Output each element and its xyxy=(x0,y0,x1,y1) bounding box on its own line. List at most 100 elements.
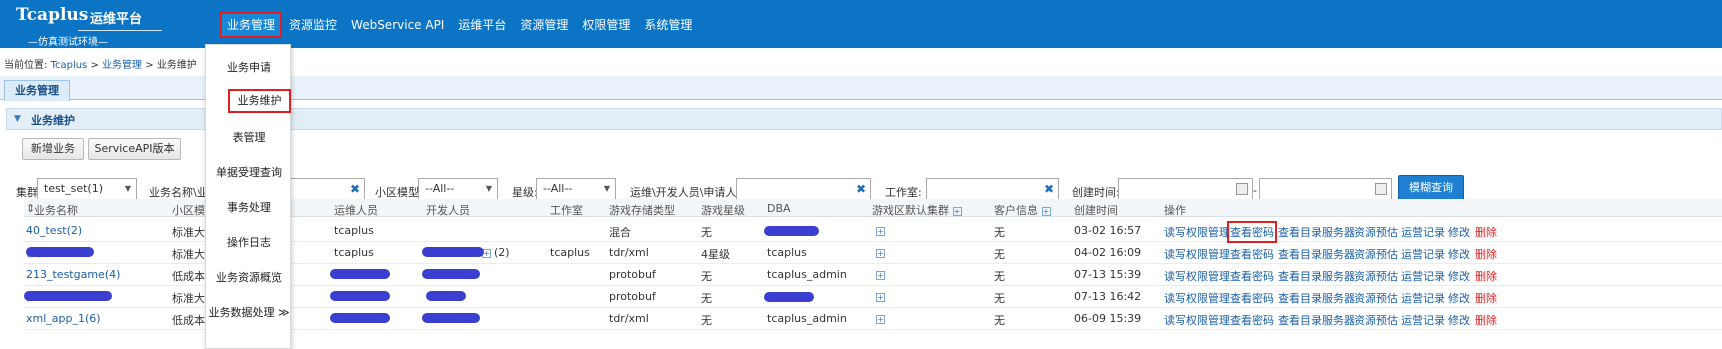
collapse-triangle-icon[interactable]: ▼ xyxy=(14,114,21,124)
created-start-input[interactable] xyxy=(1118,178,1253,200)
ops-record-link[interactable]: 运营记录 xyxy=(1401,224,1445,240)
default-cluster-cell[interactable]: + xyxy=(876,224,885,237)
breadcrumb-business-management[interactable]: 业务管理 xyxy=(102,60,142,71)
default-cluster-cell[interactable]: + xyxy=(876,268,885,281)
chevron-down-icon: ▼ xyxy=(603,184,610,193)
star-level-select[interactable]: --All-- ▼ xyxy=(536,178,616,200)
view-password-link[interactable]: 查看密码 xyxy=(1227,221,1277,243)
resource-estimate-link[interactable]: 资源预估 xyxy=(1354,290,1398,306)
view-dir-server-link[interactable]: 查看目录服务器 xyxy=(1278,268,1355,284)
customer-info-cell: 无 xyxy=(994,314,1005,327)
business-name-link[interactable]: 213_testgame(4) xyxy=(26,268,120,281)
created-end-input[interactable] xyxy=(1259,178,1392,200)
resource-estimate-link[interactable]: 资源预估 xyxy=(1354,312,1398,328)
edit-link[interactable]: 修改 xyxy=(1448,290,1470,306)
storage-type-cell: tdr/xml xyxy=(609,246,649,259)
calendar-icon[interactable] xyxy=(1375,183,1387,195)
created-time-cell: 06-09 15:39 xyxy=(1074,312,1142,325)
expand-icon[interactable]: + xyxy=(876,270,885,280)
expand-icon[interactable]: + xyxy=(876,292,885,302)
resource-estimate-link[interactable]: 资源预估 xyxy=(1354,224,1398,240)
view-password-link[interactable]: 查看密码 xyxy=(1230,290,1274,306)
business-name-link[interactable]: 40_test(2) xyxy=(26,224,82,237)
tab-business-management[interactable]: 业务管理 xyxy=(4,80,70,101)
edit-link[interactable]: 修改 xyxy=(1448,246,1470,262)
view-dir-server-link[interactable]: 查看目录服务器 xyxy=(1278,290,1355,306)
default-cluster-cell[interactable]: + xyxy=(876,312,885,325)
view-password-link[interactable]: 查看密码 xyxy=(1230,246,1274,262)
dev-count: (2) xyxy=(494,246,510,259)
delete-link[interactable]: 删除 xyxy=(1475,246,1497,262)
view-dir-server-link[interactable]: 查看目录服务器 xyxy=(1278,312,1355,328)
col-star-level: 游戏星级 xyxy=(701,204,745,217)
menu-item-transaction[interactable]: 事务处理 xyxy=(206,199,292,215)
storage-type-cell: protobuf xyxy=(609,290,656,303)
nav-business-management[interactable]: 业务管理 xyxy=(220,12,283,38)
people-input[interactable]: ✖ xyxy=(736,178,871,200)
expand-icon[interactable]: + xyxy=(876,314,885,324)
resource-estimate-link[interactable]: 资源预估 xyxy=(1354,268,1398,284)
rw-permission-link[interactable]: 读写权限管理 xyxy=(1164,268,1230,284)
view-dir-server-link[interactable]: 查看目录服务器 xyxy=(1278,246,1355,262)
default-cluster-cell[interactable]: + xyxy=(876,290,885,303)
zone-model-select[interactable]: --All-- ▼ xyxy=(418,178,498,200)
expand-icon[interactable]: + xyxy=(1041,206,1051,216)
menu-item-operation-log[interactable]: 操作日志 xyxy=(206,234,292,250)
delete-link[interactable]: 删除 xyxy=(1475,268,1497,284)
clear-icon[interactable]: ✖ xyxy=(1044,182,1054,196)
menu-item-business-maintenance[interactable]: 业务维护 xyxy=(228,89,291,113)
nav-resource-monitoring[interactable]: 资源监控 xyxy=(282,12,344,38)
nav-webservice-api[interactable]: WebService API xyxy=(344,12,451,38)
menu-item-resource-overview[interactable]: 业务资源概览 xyxy=(206,269,292,285)
ops-record-link[interactable]: 运营记录 xyxy=(1401,312,1445,328)
delete-link[interactable]: 删除 xyxy=(1475,312,1497,328)
nav-ops-platform[interactable]: 运维平台 xyxy=(451,12,513,38)
menu-item-ticket-query[interactable]: 单据受理查询 xyxy=(206,164,292,180)
nav-permission-management[interactable]: 权限管理 xyxy=(575,12,637,38)
clear-icon[interactable]: ✖ xyxy=(856,182,866,196)
edit-link[interactable]: 修改 xyxy=(1448,224,1470,240)
col-business-name[interactable]: 业务名称 xyxy=(34,202,78,218)
ops-record-link[interactable]: 运营记录 xyxy=(1401,268,1445,284)
edit-link[interactable]: 修改 xyxy=(1448,312,1470,328)
studio-input[interactable]: ✖ xyxy=(926,178,1059,200)
serviceapi-version-button[interactable]: ServiceAPI版本 xyxy=(88,138,181,160)
rw-permission-link[interactable]: 读写权限管理 xyxy=(1164,246,1230,262)
star-level-select-value: --All-- xyxy=(543,182,573,195)
fuzzy-search-button[interactable]: 模糊查询 xyxy=(1398,175,1464,201)
menu-item-data-processing[interactable]: 业务数据处理 ≫ xyxy=(206,304,292,320)
col-dev: 开发人员 xyxy=(426,204,470,217)
delete-link[interactable]: 删除 xyxy=(1475,224,1497,240)
nav-resource-management[interactable]: 资源管理 xyxy=(513,12,575,38)
rw-permission-link[interactable]: 读写权限管理 xyxy=(1164,312,1230,328)
app-logo[interactable]: Tcaplus 运维平台 —仿真测试环境— xyxy=(14,4,164,48)
menu-item-business-apply[interactable]: 业务申请 xyxy=(206,59,292,75)
menu-item-table-management[interactable]: 表管理 xyxy=(206,129,292,145)
add-business-button[interactable]: 新增业务 xyxy=(22,138,84,160)
breadcrumb-root[interactable]: Tcaplus xyxy=(51,60,88,71)
expand-icon[interactable]: + xyxy=(952,206,962,216)
business-name-link[interactable]: xml_app_1(6) xyxy=(26,312,101,325)
nav-system-management[interactable]: 系统管理 xyxy=(637,12,699,38)
delete-link[interactable]: 删除 xyxy=(1475,290,1497,306)
view-dir-server-link[interactable]: 查看目录服务器 xyxy=(1278,224,1355,240)
rw-permission-link[interactable]: 读写权限管理 xyxy=(1164,224,1230,240)
expand-icon[interactable]: + xyxy=(876,226,885,236)
view-password-link[interactable]: 查看密码 xyxy=(1230,268,1274,284)
business-name-input[interactable]: ✖ xyxy=(285,178,365,200)
storage-type-cell: tdr/xml xyxy=(609,312,649,325)
col-default-cluster: 游戏区默认集群 + xyxy=(872,202,962,218)
expand-icon[interactable]: + xyxy=(876,248,885,258)
view-password-link[interactable]: 查看密码 xyxy=(1230,312,1274,328)
redaction-mark xyxy=(330,313,390,323)
clear-icon[interactable]: ✖ xyxy=(350,182,360,196)
cluster-select[interactable]: test_set(1) ▼ xyxy=(37,178,137,200)
default-cluster-cell[interactable]: + xyxy=(876,246,885,259)
rw-permission-link[interactable]: 读写权限管理 xyxy=(1164,290,1230,306)
resource-estimate-link[interactable]: 资源预估 xyxy=(1354,246,1398,262)
edit-link[interactable]: 修改 xyxy=(1448,268,1470,284)
ops-record-link[interactable]: 运营记录 xyxy=(1401,290,1445,306)
ops-record-link[interactable]: 运营记录 xyxy=(1401,246,1445,262)
calendar-icon[interactable] xyxy=(1236,183,1248,195)
dba-cell: tcaplus_admin xyxy=(767,312,847,325)
